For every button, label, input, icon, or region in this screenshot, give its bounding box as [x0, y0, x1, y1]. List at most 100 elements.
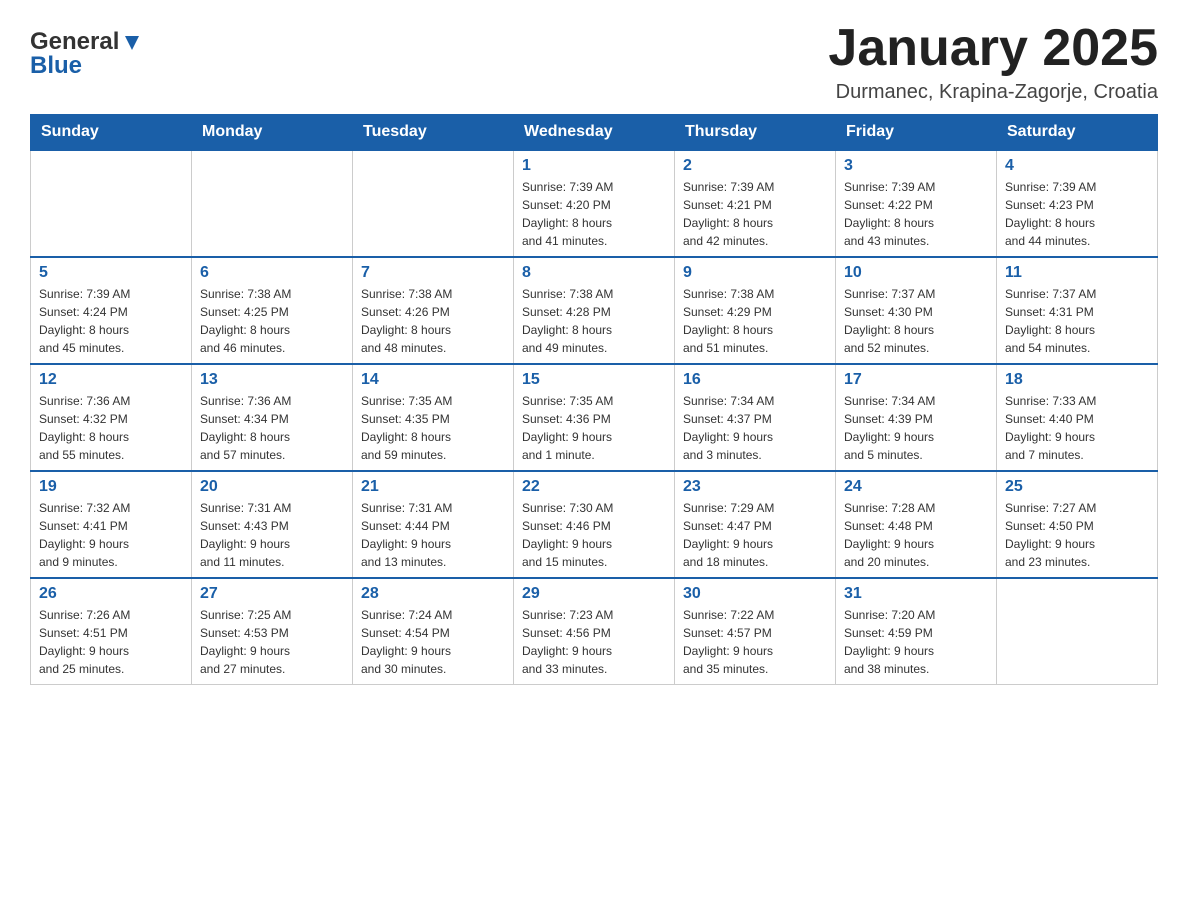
calendar-cell: 18Sunrise: 7:33 AMSunset: 4:40 PMDayligh…	[997, 364, 1158, 471]
calendar-cell: 30Sunrise: 7:22 AMSunset: 4:57 PMDayligh…	[675, 578, 836, 685]
day-info: Sunrise: 7:38 AMSunset: 4:26 PMDaylight:…	[361, 285, 505, 357]
calendar-day-header: Saturday	[997, 115, 1158, 151]
day-info: Sunrise: 7:31 AMSunset: 4:44 PMDaylight:…	[361, 499, 505, 571]
day-number: 31	[844, 585, 988, 603]
calendar-cell: 21Sunrise: 7:31 AMSunset: 4:44 PMDayligh…	[353, 471, 514, 578]
calendar-cell: 16 Sunrise: 7:34 AMSunset: 4:37 PMDayligh…	[675, 364, 836, 471]
day-info: Sunrise: 7:29 AMSunset: 4:47 PMDaylight:…	[683, 499, 827, 571]
calendar-cell	[192, 150, 353, 257]
calendar-week-row: 26 Sunrise: 7:26 AMSunset: 4:51 PMDayligh…	[31, 578, 1158, 685]
calendar-cell: 8 Sunrise: 7:38 AMSunset: 4:28 PMDaylight…	[514, 257, 675, 364]
calendar-day-header: Friday	[836, 115, 997, 151]
calendar-cell: 1 Sunrise: 7:39 AMSunset: 4:20 PMDaylight…	[514, 150, 675, 257]
day-number: 5	[39, 264, 183, 282]
day-number: 13	[200, 371, 344, 389]
day-number: 25	[1005, 478, 1149, 496]
day-info: Sunrise: 7:36 AMSunset: 4:32 PMDaylight:…	[39, 392, 183, 464]
calendar-day-header: Wednesday	[514, 115, 675, 151]
day-number: 22	[522, 478, 666, 496]
day-number: 16	[683, 371, 827, 389]
day-number: 14	[361, 371, 505, 389]
day-info: Sunrise: 7:23 AMSunset: 4:56 PMDaylight:…	[522, 606, 666, 678]
day-number: 3	[844, 157, 988, 175]
calendar-cell: 23 Sunrise: 7:29 AMSunset: 4:47 PMDayligh…	[675, 471, 836, 578]
day-info: Sunrise: 7:39 AMSunset: 4:21 PMDaylight:…	[683, 178, 827, 250]
logo: General Blue	[30, 30, 143, 78]
day-number: 27	[200, 585, 344, 603]
calendar-cell: 4Sunrise: 7:39 AMSunset: 4:23 PMDaylight…	[997, 150, 1158, 257]
calendar-cell: 20 Sunrise: 7:31 AMSunset: 4:43 PMDayligh…	[192, 471, 353, 578]
day-number: 18	[1005, 371, 1149, 389]
calendar-day-header: Sunday	[31, 115, 192, 151]
calendar-cell	[31, 150, 192, 257]
day-info: Sunrise: 7:27 AMSunset: 4:50 PMDaylight:…	[1005, 499, 1149, 571]
calendar-day-header: Thursday	[675, 115, 836, 151]
day-info: Sunrise: 7:30 AMSunset: 4:46 PMDaylight:…	[522, 499, 666, 571]
day-info: Sunrise: 7:31 AMSunset: 4:43 PMDaylight:…	[200, 499, 344, 571]
day-info: Sunrise: 7:39 AMSunset: 4:20 PMDaylight:…	[522, 178, 666, 250]
day-info: Sunrise: 7:22 AMSunset: 4:57 PMDaylight:…	[683, 606, 827, 678]
day-number: 11	[1005, 264, 1149, 282]
logo-blue-text: Blue	[30, 52, 82, 79]
day-number: 8	[522, 264, 666, 282]
calendar-day-header: Monday	[192, 115, 353, 151]
calendar-cell: 25 Sunrise: 7:27 AMSunset: 4:50 PMDayligh…	[997, 471, 1158, 578]
calendar-cell: 19 Sunrise: 7:32 AMSunset: 4:41 PMDayligh…	[31, 471, 192, 578]
calendar-week-row: 1 Sunrise: 7:39 AMSunset: 4:20 PMDaylight…	[31, 150, 1158, 257]
day-number: 12	[39, 371, 183, 389]
calendar-cell: 10 Sunrise: 7:37 AMSunset: 4:30 PMDayligh…	[836, 257, 997, 364]
day-info: Sunrise: 7:34 AMSunset: 4:37 PMDaylight:…	[683, 392, 827, 464]
calendar-cell: 22 Sunrise: 7:30 AMSunset: 4:46 PMDayligh…	[514, 471, 675, 578]
day-number: 26	[39, 585, 183, 603]
day-info: Sunrise: 7:32 AMSunset: 4:41 PMDaylight:…	[39, 499, 183, 571]
day-info: Sunrise: 7:25 AMSunset: 4:53 PMDaylight:…	[200, 606, 344, 678]
calendar-week-row: 12 Sunrise: 7:36 AMSunset: 4:32 PMDayligh…	[31, 364, 1158, 471]
day-number: 28	[361, 585, 505, 603]
month-title: January 2025	[828, 20, 1158, 77]
logo-arrow-icon	[121, 32, 143, 54]
day-number: 24	[844, 478, 988, 496]
calendar-cell: 13 Sunrise: 7:36 AMSunset: 4:34 PMDayligh…	[192, 364, 353, 471]
calendar-cell: 12 Sunrise: 7:36 AMSunset: 4:32 PMDayligh…	[31, 364, 192, 471]
calendar-week-row: 5 Sunrise: 7:39 AMSunset: 4:24 PMDaylight…	[31, 257, 1158, 364]
day-number: 10	[844, 264, 988, 282]
location-text: Durmanec, Krapina-Zagorje, Croatia	[828, 81, 1158, 104]
day-number: 29	[522, 585, 666, 603]
day-number: 15	[522, 371, 666, 389]
calendar-cell: 7 Sunrise: 7:38 AMSunset: 4:26 PMDaylight…	[353, 257, 514, 364]
day-info: Sunrise: 7:39 AMSunset: 4:24 PMDaylight:…	[39, 285, 183, 357]
day-number: 23	[683, 478, 827, 496]
calendar-cell: 26 Sunrise: 7:26 AMSunset: 4:51 PMDayligh…	[31, 578, 192, 685]
calendar-cell: 28Sunrise: 7:24 AMSunset: 4:54 PMDayligh…	[353, 578, 514, 685]
calendar-cell: 9 Sunrise: 7:38 AMSunset: 4:29 PMDaylight…	[675, 257, 836, 364]
day-number: 19	[39, 478, 183, 496]
day-number: 7	[361, 264, 505, 282]
calendar-cell: 6 Sunrise: 7:38 AMSunset: 4:25 PMDaylight…	[192, 257, 353, 364]
calendar-table: SundayMondayTuesdayWednesdayThursdayFrid…	[30, 114, 1158, 685]
calendar-week-row: 19 Sunrise: 7:32 AMSunset: 4:41 PMDayligh…	[31, 471, 1158, 578]
calendar-cell: 17 Sunrise: 7:34 AMSunset: 4:39 PMDayligh…	[836, 364, 997, 471]
day-info: Sunrise: 7:37 AMSunset: 4:30 PMDaylight:…	[844, 285, 988, 357]
calendar-cell	[353, 150, 514, 257]
day-number: 2	[683, 157, 827, 175]
day-number: 20	[200, 478, 344, 496]
day-info: Sunrise: 7:20 AMSunset: 4:59 PMDaylight:…	[844, 606, 988, 678]
day-info: Sunrise: 7:38 AMSunset: 4:25 PMDaylight:…	[200, 285, 344, 357]
calendar-header-row: SundayMondayTuesdayWednesdayThursdayFrid…	[31, 115, 1158, 151]
day-number: 6	[200, 264, 344, 282]
day-number: 17	[844, 371, 988, 389]
day-info: Sunrise: 7:26 AMSunset: 4:51 PMDaylight:…	[39, 606, 183, 678]
day-info: Sunrise: 7:34 AMSunset: 4:39 PMDaylight:…	[844, 392, 988, 464]
calendar-cell: 15Sunrise: 7:35 AMSunset: 4:36 PMDayligh…	[514, 364, 675, 471]
calendar-cell	[997, 578, 1158, 685]
calendar-cell: 29 Sunrise: 7:23 AMSunset: 4:56 PMDayligh…	[514, 578, 675, 685]
calendar-cell: 14Sunrise: 7:35 AMSunset: 4:35 PMDayligh…	[353, 364, 514, 471]
day-info: Sunrise: 7:36 AMSunset: 4:34 PMDaylight:…	[200, 392, 344, 464]
day-number: 9	[683, 264, 827, 282]
calendar-cell: 11Sunrise: 7:37 AMSunset: 4:31 PMDayligh…	[997, 257, 1158, 364]
day-number: 1	[522, 157, 666, 175]
page-header: General Blue January 2025 Durmanec, Krap…	[30, 20, 1158, 104]
day-info: Sunrise: 7:38 AMSunset: 4:28 PMDaylight:…	[522, 285, 666, 357]
calendar-day-header: Tuesday	[353, 115, 514, 151]
day-info: Sunrise: 7:38 AMSunset: 4:29 PMDaylight:…	[683, 285, 827, 357]
